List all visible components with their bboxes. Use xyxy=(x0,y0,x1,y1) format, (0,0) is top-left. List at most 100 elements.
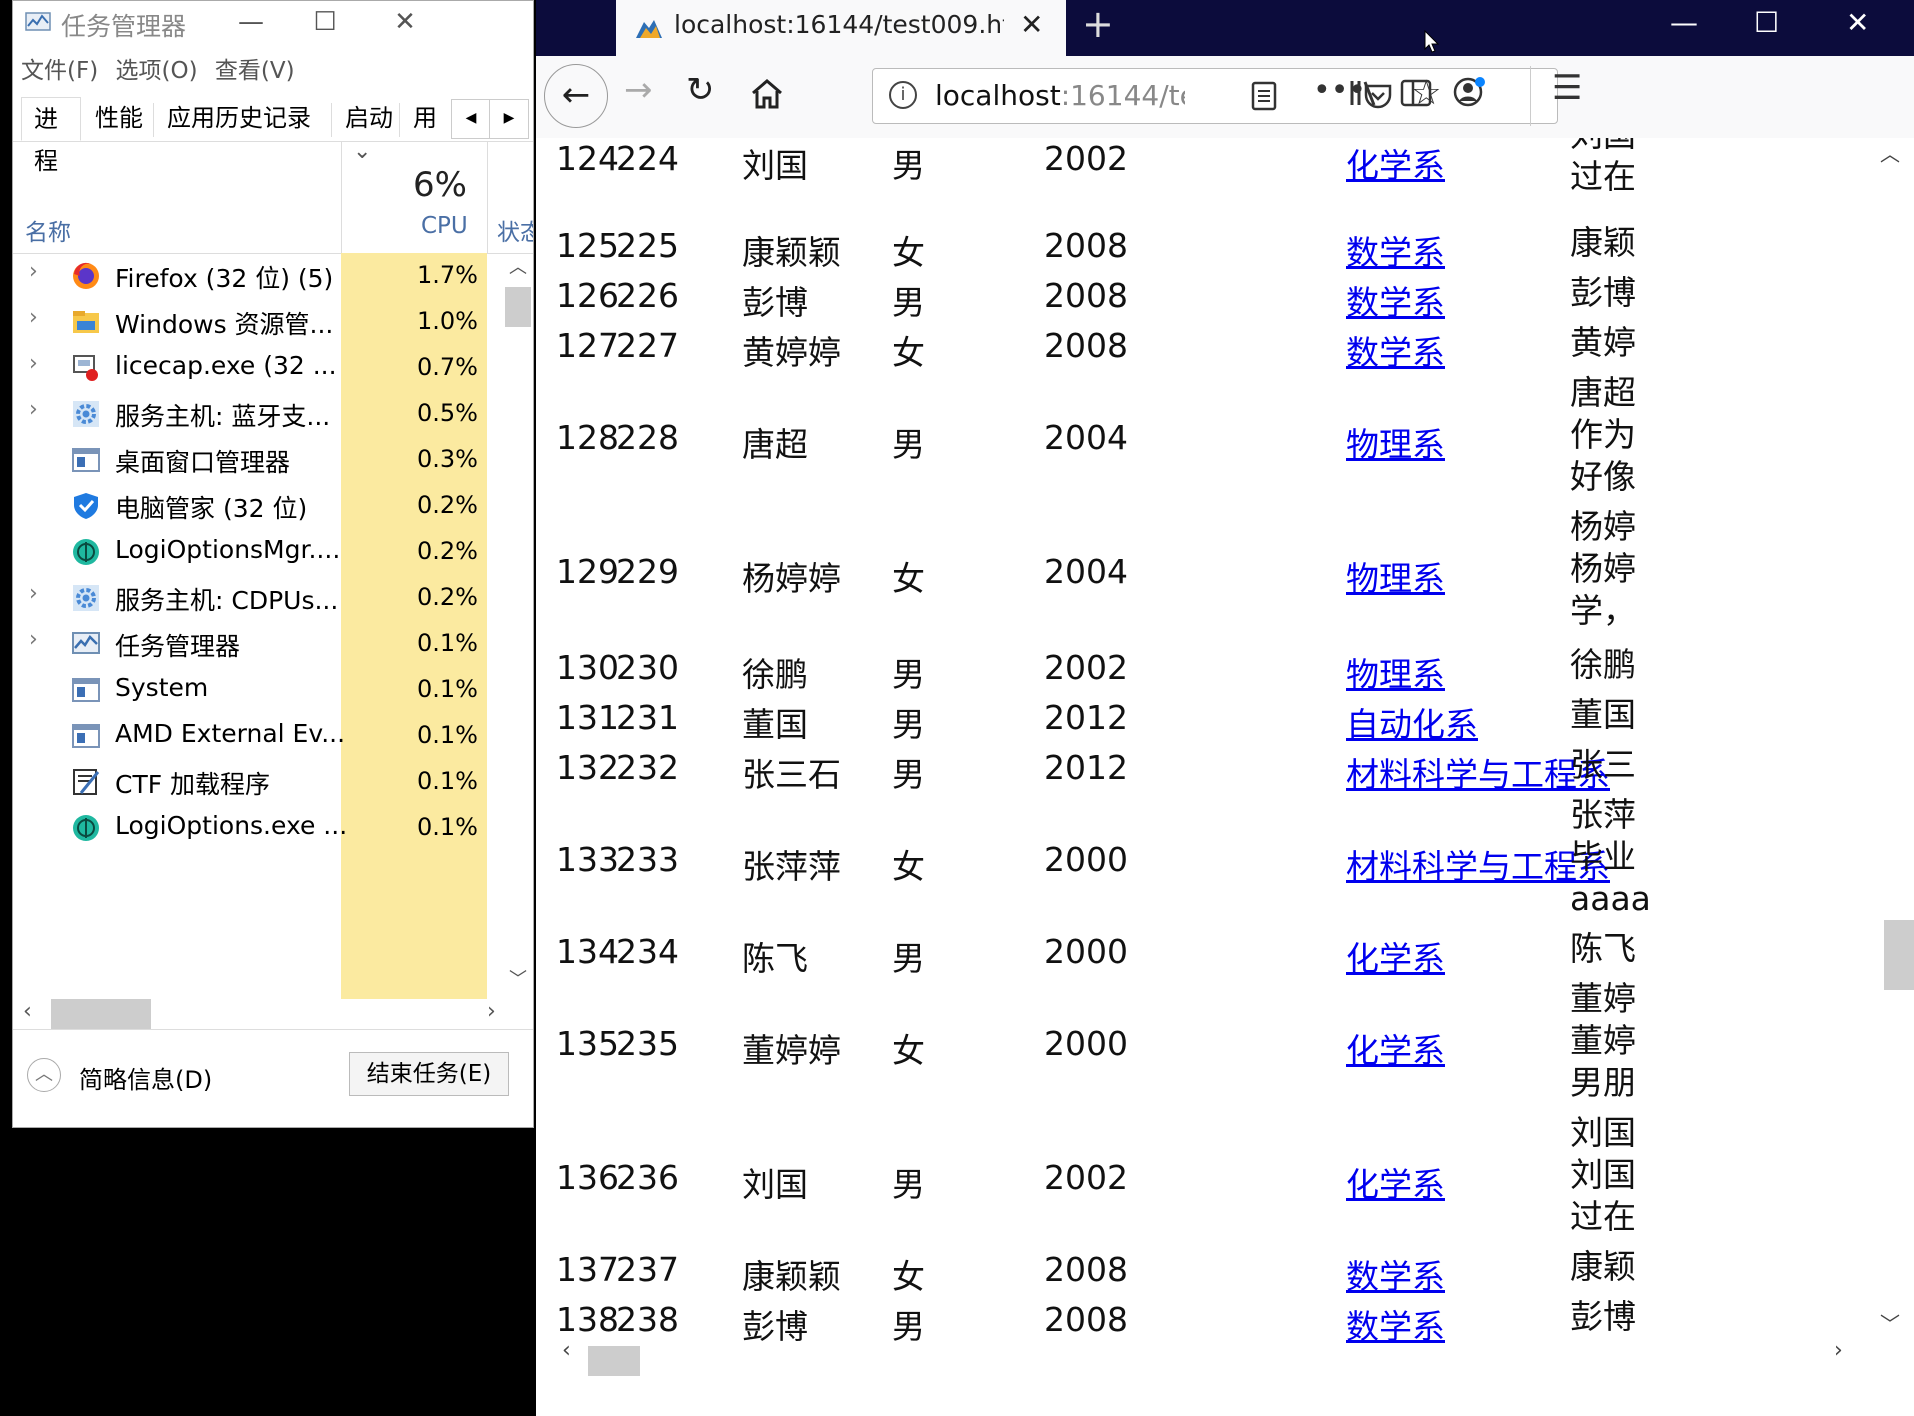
tm-titlebar[interactable]: 任务管理器 — ☐ ✕ xyxy=(13,1,533,45)
back-button[interactable]: ← xyxy=(544,64,608,128)
tab-startup[interactable]: 启动 xyxy=(333,97,405,141)
process-row[interactable]: › 服务主机: 蓝牙支... 0.5% xyxy=(13,391,488,437)
process-row[interactable]: LogiOptions.exe ... 0.1% xyxy=(13,805,488,851)
close-button[interactable]: ✕ xyxy=(361,1,449,45)
department-link[interactable]: 物理系 xyxy=(1346,648,1445,696)
reader-view-icon[interactable] xyxy=(1251,81,1277,111)
cell-id: 233 xyxy=(616,840,679,879)
vertical-scroll-thumb[interactable] xyxy=(505,287,531,327)
process-name: 服务主机: 蓝牙支... xyxy=(115,402,331,431)
tab-app-history[interactable]: 应用历史记录 xyxy=(155,97,323,141)
process-row[interactable]: › Windows 资源管... 1.0% xyxy=(13,299,488,345)
department-link[interactable]: 化学系 xyxy=(1346,932,1445,980)
menu-view[interactable]: 查看(V) xyxy=(215,58,295,84)
maximize-button[interactable]: ☐ xyxy=(281,1,369,45)
home-icon[interactable] xyxy=(750,78,784,110)
horizontal-scroll-thumb[interactable] xyxy=(51,999,151,1029)
firefox-minimize-icon[interactable]: — xyxy=(1670,6,1698,39)
department-link[interactable]: 数学系 xyxy=(1346,326,1445,374)
cell-sex: 女 xyxy=(892,847,925,886)
tab-scroll-right-button[interactable]: ▶ xyxy=(489,99,529,139)
department-link[interactable]: 物理系 xyxy=(1346,552,1445,600)
tab-users[interactable]: 用户 xyxy=(401,97,451,141)
tab-scroll-left-button[interactable]: ◀ xyxy=(451,99,491,139)
expand-chevron-right-icon[interactable]: › xyxy=(29,305,38,330)
new-tab-plus-icon[interactable]: + xyxy=(1082,2,1114,46)
department-link[interactable]: 数学系 xyxy=(1346,276,1445,324)
page-scroll-up-icon[interactable]: ︿ xyxy=(1880,138,1900,167)
process-row[interactable]: › 服务主机: CDPUs... 0.2% xyxy=(13,575,488,621)
page-vertical-scrollbar[interactable]: ︿ ﹀ xyxy=(1866,138,1914,1416)
process-row[interactable]: › 任务管理器 0.1% xyxy=(13,621,488,667)
expand-chevron-right-icon[interactable]: › xyxy=(29,397,38,422)
page-scroll-down-icon[interactable]: ﹀ xyxy=(1880,1308,1900,1337)
page-scroll-right-icon[interactable]: › xyxy=(1834,1338,1843,1363)
page-horizontal-scroll-thumb[interactable] xyxy=(588,1346,640,1376)
process-row[interactable]: LogiOptionsMgr.... 0.2% xyxy=(13,529,488,575)
tab-close-icon[interactable]: ✕ xyxy=(1020,8,1043,41)
department-link[interactable]: 自动化系 xyxy=(1346,698,1478,746)
menu-options[interactable]: 选项(O) xyxy=(116,58,198,84)
menu-file[interactable]: 文件(F) xyxy=(21,58,98,84)
process-row[interactable]: CTF 加载程序 0.1% xyxy=(13,759,488,805)
process-cpu: 0.3% xyxy=(417,445,478,473)
department-link[interactable]: 数学系 xyxy=(1346,226,1445,274)
fewer-details-link[interactable]: 简略信息(D) xyxy=(79,1060,212,1095)
department-link[interactable]: 化学系 xyxy=(1346,1024,1445,1072)
scroll-up-icon[interactable]: ︿ xyxy=(509,253,527,279)
column-status[interactable]: 状态 xyxy=(497,213,533,247)
cell-description: 黄婷 xyxy=(1570,323,1636,362)
end-task-button[interactable]: 结束任务(E) xyxy=(349,1052,509,1096)
page-vertical-scroll-thumb[interactable] xyxy=(1884,920,1914,990)
tab-performance[interactable]: 性能 xyxy=(83,97,155,141)
maximize-icon: ☐ xyxy=(313,7,337,37)
sidebar-icon[interactable] xyxy=(1400,78,1432,108)
department-link[interactable]: 化学系 xyxy=(1346,1158,1445,1206)
scroll-left-icon[interactable]: ‹ xyxy=(23,999,32,1024)
department-link[interactable]: 物理系 xyxy=(1346,418,1445,466)
expand-chevron-right-icon[interactable]: › xyxy=(29,581,38,606)
page-horizontal-scrollbar[interactable]: ‹ › xyxy=(536,1338,1866,1378)
cell-id: 231 xyxy=(616,698,679,737)
cell-id: 230 xyxy=(616,648,679,687)
scroll-down-icon[interactable]: ﹀ xyxy=(509,965,527,991)
firefox-close-icon[interactable]: ✕ xyxy=(1846,6,1869,39)
process-row[interactable]: System 0.1% xyxy=(13,667,488,713)
process-row[interactable]: 电脑管家 (32 位) 0.2% xyxy=(13,483,488,529)
department-link[interactable]: 化学系 xyxy=(1346,139,1445,187)
page-scroll-left-icon[interactable]: ‹ xyxy=(562,1338,571,1363)
sort-chevron-down-icon[interactable]: ⌄ xyxy=(353,139,371,164)
expand-chevron-right-icon[interactable]: › xyxy=(29,351,38,376)
process-name: AMD External Ev... xyxy=(115,719,346,748)
account-icon[interactable] xyxy=(1452,74,1488,110)
process-name: 服务主机: CDPUs... xyxy=(115,586,339,615)
process-list-vertical-scrollbar[interactable]: ︿ ﹀ xyxy=(503,253,533,993)
process-row[interactable]: › licecap.exe (32 ... 0.7% xyxy=(13,345,488,391)
process-cpu: 0.2% xyxy=(417,537,478,565)
scroll-right-icon[interactable]: › xyxy=(487,999,496,1024)
firefox-maximize-icon[interactable]: ☐ xyxy=(1754,6,1779,39)
column-name[interactable]: 名称 xyxy=(25,213,71,247)
info-icon[interactable]: i xyxy=(889,81,917,109)
expand-chevron-right-icon[interactable]: › xyxy=(29,627,38,652)
department-link[interactable]: 数学系 xyxy=(1346,1250,1445,1298)
process-row[interactable]: › Firefox (32 位) (5) 1.7% xyxy=(13,253,488,299)
column-cpu[interactable]: CPU xyxy=(421,213,468,239)
process-list-horizontal-scrollbar[interactable]: ‹ › xyxy=(23,997,501,1031)
library-icon[interactable] xyxy=(1348,78,1378,108)
chevron-up-circle-icon[interactable]: ︿ xyxy=(27,1058,61,1092)
reload-icon[interactable]: ↻ xyxy=(686,70,715,110)
folder-icon xyxy=(73,311,99,333)
tab-processes[interactable]: 进程 xyxy=(21,97,81,175)
hamburger-menu-icon[interactable]: ☰ xyxy=(1552,68,1582,108)
browser-tab[interactable]: localhost:16144/test009.htm ✕ xyxy=(616,0,1066,56)
process-name: LogiOptionsMgr.... xyxy=(115,535,341,564)
forward-arrow-icon[interactable]: → xyxy=(624,70,653,110)
url-text[interactable]: localhost:16144/test00 xyxy=(935,79,1185,112)
process-row[interactable]: AMD External Ev... 0.1% xyxy=(13,713,488,759)
cell-id: 236 xyxy=(616,1158,679,1197)
cell-number: 127 xyxy=(556,326,619,365)
cell-id: 235 xyxy=(616,1024,679,1063)
expand-chevron-right-icon[interactable]: › xyxy=(29,259,38,284)
process-row[interactable]: 桌面窗口管理器 0.3% xyxy=(13,437,488,483)
